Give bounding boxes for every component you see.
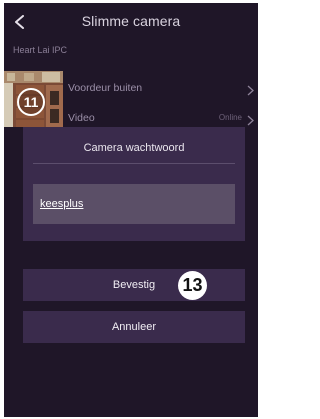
password-input[interactable] bbox=[33, 184, 235, 224]
cancel-button[interactable]: Annuleer bbox=[23, 311, 245, 343]
header: Slimme camera bbox=[4, 3, 258, 39]
chevron-right-icon bbox=[247, 113, 254, 131]
device-row-voordeur[interactable]: Voordeur buiten bbox=[68, 78, 258, 100]
password-dialog: Camera wachtwoord bbox=[23, 127, 245, 241]
device-row-label: Video bbox=[68, 112, 95, 124]
camera-thumbnail[interactable]: 11 bbox=[4, 71, 63, 127]
app-screen: Slimme camera Heart Lai IPC 11 Voordeur … bbox=[4, 3, 258, 417]
confirm-button[interactable]: Bevestig bbox=[23, 269, 245, 301]
device-row-status: Online bbox=[218, 113, 242, 122]
page-title: Slimme camera bbox=[81, 13, 181, 29]
step-badge: 13 bbox=[178, 271, 207, 300]
device-group-label: Heart Lai IPC bbox=[13, 45, 68, 55]
device-row-label: Voordeur buiten bbox=[68, 82, 143, 94]
dialog-title: Camera wachtwoord bbox=[83, 142, 185, 154]
dialog-divider bbox=[33, 163, 235, 164]
chevron-right-icon bbox=[247, 83, 254, 101]
step-marker-thumbnail: 11 bbox=[17, 88, 45, 116]
